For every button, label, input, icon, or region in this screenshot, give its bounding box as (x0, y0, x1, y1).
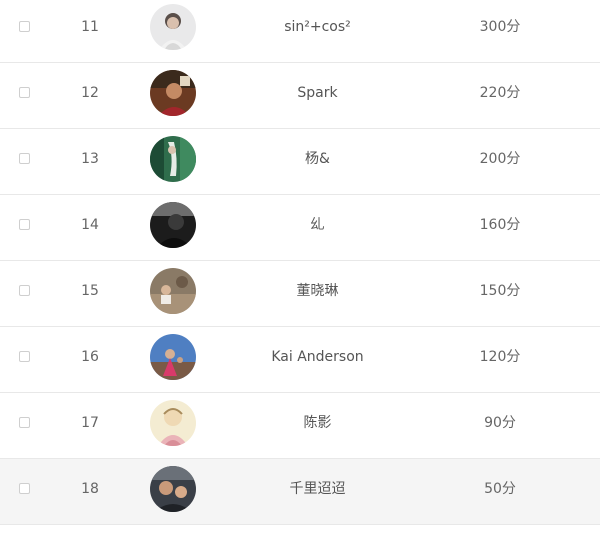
avatar[interactable] (150, 400, 196, 446)
score-cell: 150分 (479, 283, 521, 299)
row-checkbox[interactable] (19, 87, 30, 98)
player-name: 乣 (310, 217, 325, 233)
avatar[interactable] (150, 4, 196, 50)
score-cell: 120分 (479, 349, 521, 365)
avatar[interactable] (150, 136, 196, 182)
avatar-photo-icon (150, 268, 196, 314)
row-checkbox[interactable] (19, 417, 30, 428)
table-row[interactable]: 15 董晓琳 150分 (0, 261, 600, 327)
player-name: Spark (297, 85, 338, 101)
player-name: 千里迢迢 (289, 481, 346, 497)
rank-cell: 16 (81, 349, 99, 365)
rank-cell: 17 (81, 415, 99, 431)
avatar-photo-icon (150, 466, 196, 512)
row-checkbox[interactable] (19, 483, 30, 494)
avatar-photo-icon (150, 400, 196, 446)
table-row[interactable]: 12 Spark 220分 (0, 63, 600, 129)
rank-cell: 14 (81, 217, 99, 233)
rank-cell: 18 (81, 481, 99, 497)
table-row[interactable]: 13 杨& 200分 (0, 129, 600, 195)
score-cell: 300分 (479, 19, 521, 35)
avatar[interactable] (150, 268, 196, 314)
row-checkbox[interactable] (19, 153, 30, 164)
avatar-photo-icon (150, 4, 196, 50)
score-cell: 90分 (484, 415, 516, 431)
rank-cell: 15 (81, 283, 99, 299)
table-row[interactable]: 18 千里迢迢 50分 (0, 459, 600, 525)
player-name: sin²+cos² (284, 19, 351, 35)
avatar-photo-icon (150, 70, 196, 116)
avatar[interactable] (150, 202, 196, 248)
player-name: 董晓琳 (296, 283, 339, 299)
row-checkbox[interactable] (19, 21, 30, 32)
avatar[interactable] (150, 334, 196, 380)
leaderboard-table: 11 sin²+cos² 300分 12 Spark 220分 13 杨& 20… (0, 0, 600, 537)
table-row[interactable]: 17 陈影 90分 (0, 393, 600, 459)
score-cell: 160分 (479, 217, 521, 233)
row-checkbox[interactable] (19, 219, 30, 230)
rank-cell: 13 (81, 151, 99, 167)
avatar-photo-icon (150, 136, 196, 182)
avatar-photo-icon (150, 334, 196, 380)
table-row[interactable]: 14 乣 160分 (0, 195, 600, 261)
table-row[interactable]: 11 sin²+cos² 300分 (0, 0, 600, 63)
avatar-photo-icon (150, 202, 196, 248)
score-cell: 200分 (479, 151, 521, 167)
row-checkbox[interactable] (19, 285, 30, 296)
row-checkbox[interactable] (19, 351, 30, 362)
rank-cell: 12 (81, 85, 99, 101)
player-name: Kai Anderson (271, 349, 364, 365)
player-name: 陈影 (303, 415, 332, 431)
table-row[interactable]: 16 Kai Anderson 120分 (0, 327, 600, 393)
score-cell: 50分 (484, 481, 516, 497)
avatar[interactable] (150, 466, 196, 512)
rank-cell: 11 (81, 19, 99, 35)
player-name: 杨& (305, 151, 330, 167)
avatar[interactable] (150, 70, 196, 116)
score-cell: 220分 (479, 85, 521, 101)
